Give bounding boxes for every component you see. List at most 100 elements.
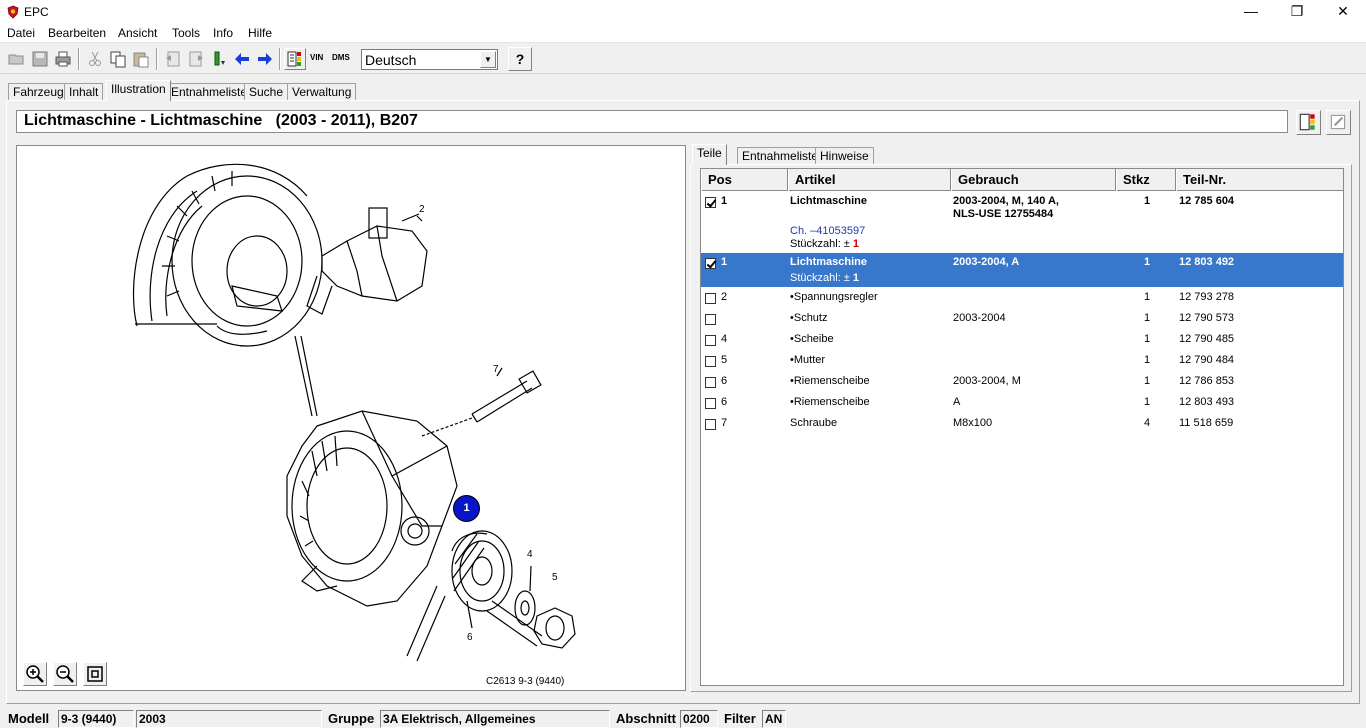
forward-button[interactable] [254, 48, 276, 70]
vin-label: VIN [310, 53, 324, 62]
table-row[interactable]: 6 •Riemenscheibe A 1 12 803 493 [701, 393, 1343, 414]
callout-label[interactable]: 5 [552, 572, 558, 583]
cell-gebrauch: 2003-2004, M, 140 A, [953, 195, 1059, 207]
table-row[interactable]: 5 •Mutter 1 12 790 484 [701, 351, 1343, 372]
cell-teilnr: 12 790 485 [1179, 333, 1235, 345]
toolbar-separator [156, 48, 158, 70]
cell-pos: 1 [721, 256, 728, 268]
bookmark-icon [214, 51, 225, 66]
zoom-in-button[interactable] [23, 662, 47, 686]
cell-artikel: Schraube [790, 417, 838, 429]
parts-list-icon [287, 51, 301, 67]
cell-pos: 6 [721, 396, 728, 408]
callout-label[interactable]: 6 [467, 632, 473, 643]
callout-label[interactable]: 4 [527, 549, 533, 560]
callout-label[interactable]: 2 [419, 204, 425, 215]
tab-entnahmeliste-sub[interactable]: Entnahmeliste [737, 147, 824, 165]
open-button[interactable] [6, 48, 28, 70]
menu-info[interactable]: Info [213, 26, 233, 40]
row-checkbox[interactable] [705, 293, 716, 304]
cell-pos: 2 [721, 291, 728, 303]
callout-label[interactable]: 7 [493, 364, 499, 375]
row-checkbox[interactable] [705, 356, 716, 367]
cell-gebrauch: 2003-2004 [953, 312, 1006, 324]
save-button[interactable] [29, 48, 51, 70]
dms-button[interactable]: DMS [330, 48, 352, 70]
row-checkbox[interactable] [705, 398, 716, 409]
row-checkbox[interactable] [705, 377, 716, 388]
column-header-pos[interactable]: Pos [701, 169, 788, 191]
menu-hilfe[interactable]: Hilfe [248, 26, 272, 40]
tab-teile[interactable]: Teile [692, 144, 727, 165]
language-select[interactable]: Deutsch ▼ [361, 49, 498, 70]
chevron-down-icon[interactable]: ▼ [480, 51, 496, 68]
tab-verwaltung[interactable]: Verwaltung [287, 83, 357, 101]
undo-button[interactable] [162, 48, 184, 70]
bookmark-button[interactable] [208, 48, 230, 70]
parts-table: Pos Artikel Gebrauch Stkz Teil-Nr. 1 Lic… [700, 168, 1344, 686]
page-title: Lichtmaschine - Lichtmaschine (2003 - 20… [16, 110, 1288, 133]
quantity-value: 1 [852, 272, 860, 284]
selected-position-badge[interactable]: 1 [453, 495, 480, 522]
redo-button[interactable] [185, 48, 207, 70]
abschnitt-field: 0200 [680, 710, 718, 728]
chassis-note-link[interactable]: Ch. –41053597 [790, 225, 865, 237]
tab-fahrzeug[interactable]: Fahrzeug [8, 83, 69, 101]
parts-list-button[interactable] [284, 48, 306, 70]
cell-gebrauch-line2: NLS-USE 12755484 [953, 208, 1054, 220]
table-row[interactable]: 2 •Spannungsregler 1 12 793 278 [701, 288, 1343, 309]
restore-button[interactable]: ❐ [1274, 0, 1320, 24]
print-button[interactable] [52, 48, 74, 70]
tab-illustration[interactable]: Illustration [106, 80, 171, 101]
window-title: EPC [24, 5, 49, 19]
row-checkbox[interactable] [705, 335, 716, 346]
vin-button[interactable]: VIN [307, 48, 329, 70]
table-row[interactable]: 1 Lichtmaschine 2003-2004, M, 140 A, NLS… [701, 192, 1343, 252]
cell-teilnr: 12 803 492 [1179, 256, 1235, 268]
column-header-stkz[interactable]: Stkz [1116, 169, 1176, 191]
illustration-panel[interactable]: 2 7 4 5 6 [16, 145, 686, 691]
tab-hinweise[interactable]: Hinweise [815, 147, 874, 165]
toolbar: VIN DMS [0, 44, 1366, 74]
tab-suche[interactable]: Suche [244, 83, 289, 101]
cell-teilnr: 12 785 604 [1179, 195, 1235, 207]
cell-stkz: 1 [1144, 312, 1151, 324]
quantity-line: Stückzahl: ± 1 [790, 238, 859, 250]
table-row[interactable]: 1 Lichtmaschine 2003-2004, A 1 12 803 49… [701, 253, 1343, 287]
paste-button[interactable] [130, 48, 152, 70]
zoom-out-button[interactable] [53, 662, 77, 686]
menu-tools[interactable]: Tools [172, 26, 200, 40]
cut-button[interactable] [84, 48, 106, 70]
copy-button[interactable] [107, 48, 129, 70]
back-button[interactable] [231, 48, 253, 70]
cell-stkz: 4 [1144, 417, 1151, 429]
cell-gebrauch: A [953, 396, 961, 408]
close-button[interactable]: ✕ [1320, 0, 1366, 24]
gruppe-label: Gruppe [328, 711, 375, 726]
quantity-value: 1 [852, 238, 860, 250]
help-button[interactable]: ? [508, 47, 532, 71]
column-header-artikel[interactable]: Artikel [788, 169, 951, 191]
table-row[interactable]: 6 •Riemenscheibe 2003-2004, M 1 12 786 8… [701, 372, 1343, 393]
row-checkbox[interactable] [705, 258, 716, 269]
menu-bearbeiten[interactable]: Bearbeiten [48, 26, 106, 40]
menu-ansicht[interactable]: Ansicht [118, 26, 157, 40]
menu-datei[interactable]: Datei [7, 26, 35, 40]
column-header-gebrauch[interactable]: Gebrauch [951, 169, 1116, 191]
row-checkbox[interactable] [705, 314, 716, 325]
column-header-teilnr[interactable]: Teil-Nr. [1176, 169, 1343, 191]
table-row[interactable]: •Schutz 2003-2004 1 12 790 573 [701, 309, 1343, 330]
minimize-button[interactable]: — [1228, 0, 1274, 24]
quantity-label: Stückzahl: ± [790, 238, 850, 250]
row-checkbox[interactable] [705, 419, 716, 430]
tab-entnahmeliste[interactable]: Entnahmeliste [166, 83, 253, 101]
tab-inhalt[interactable]: Inhalt [64, 83, 104, 101]
cell-teilnr: 11 518 659 [1179, 417, 1234, 429]
table-row[interactable]: 4 •Scheibe 1 12 790 485 [701, 330, 1343, 351]
row-checkbox[interactable] [705, 197, 716, 208]
header-parts-list-button[interactable] [1296, 110, 1321, 135]
zoom-fit-button[interactable] [83, 662, 107, 686]
cell-artikel: •Spannungsregler [790, 291, 878, 303]
header-edit-button[interactable] [1326, 110, 1351, 135]
table-row[interactable]: 7 Schraube M8x100 4 11 518 659 [701, 414, 1343, 435]
